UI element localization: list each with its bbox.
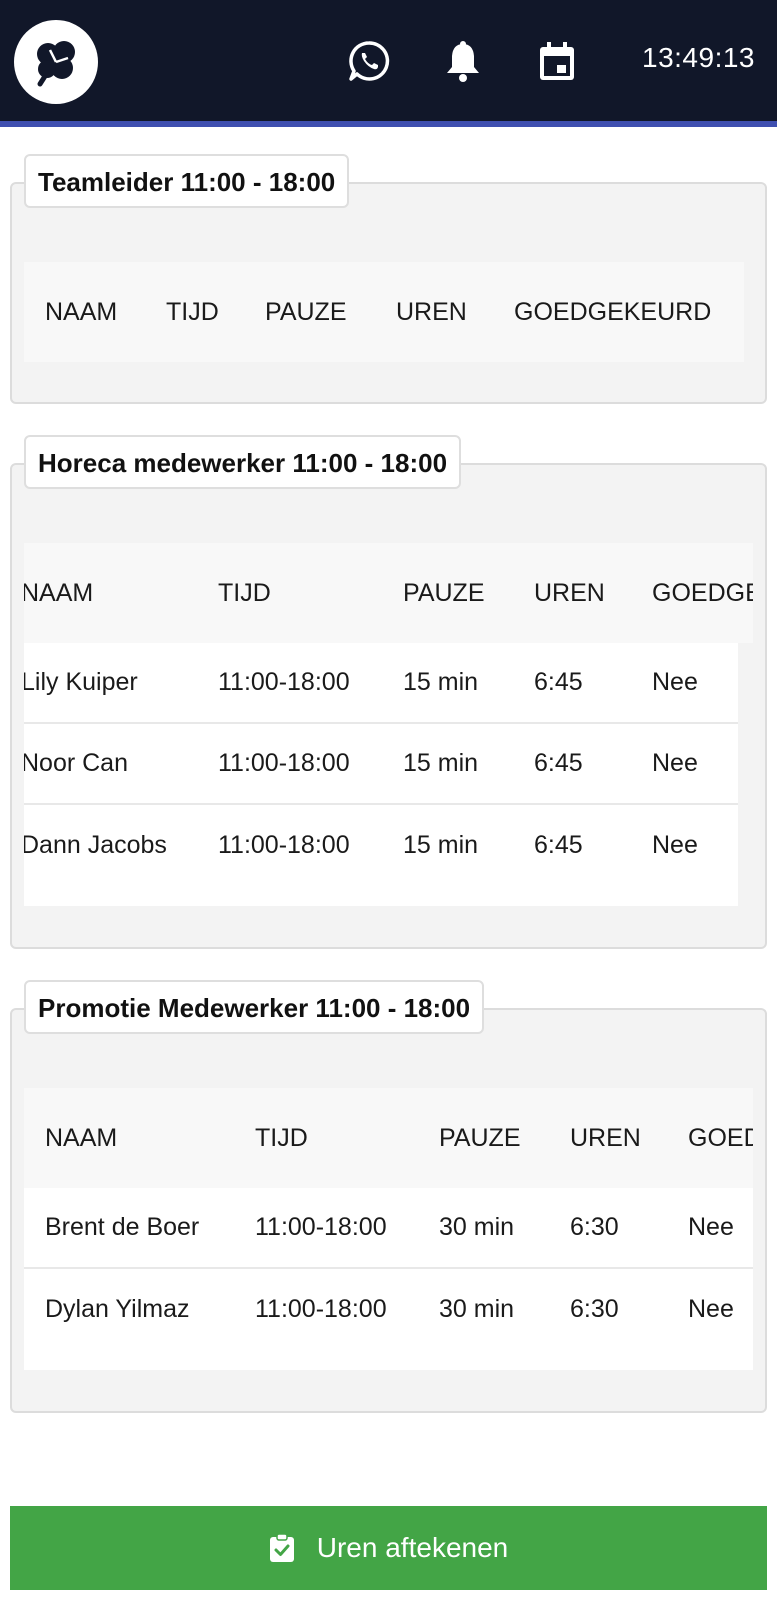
shift-table[interactable]: NAAM TIJD PAUZE UREN GOEDGEKEURD Lily Ku… bbox=[24, 543, 753, 906]
cell-naam: Noor Can bbox=[24, 749, 128, 777]
bell-icon bbox=[447, 41, 479, 82]
table-header-row: NAAM TIJD PAUZE UREN GOEDGEKEURD bbox=[24, 262, 744, 362]
column-header-uren[interactable]: UREN bbox=[396, 262, 467, 362]
section-title: Horeca medewerker 11:00 - 18:00 bbox=[24, 435, 462, 489]
cell-goedgekeurd: Nee bbox=[652, 831, 698, 859]
top-bar: 13:49:13 bbox=[0, 0, 777, 127]
clover-logo-icon bbox=[37, 41, 75, 87]
column-header-pauze[interactable]: PAUZE bbox=[403, 543, 485, 643]
column-header-tijd[interactable]: TIJD bbox=[255, 1088, 308, 1188]
cell-goedgekeurd: Nee bbox=[688, 1295, 734, 1323]
section-title: Promotie Medewerker 11:00 - 18:00 bbox=[24, 980, 485, 1034]
column-header-pauze[interactable]: PAUZE bbox=[265, 262, 347, 362]
section-title: Teamleider 11:00 - 18:00 bbox=[24, 154, 350, 208]
cell-uren: 6:45 bbox=[534, 831, 583, 859]
cell-tijd: 11:00-18:00 bbox=[255, 1295, 387, 1323]
table-row[interactable]: Brent de Boer 11:00-18:00 30 min 6:30 Ne… bbox=[24, 1188, 753, 1269]
table-row[interactable]: Dylan Yilmaz 11:00-18:00 30 min 6:30 Nee bbox=[24, 1269, 753, 1350]
column-header-pauze[interactable]: PAUZE bbox=[439, 1088, 521, 1188]
column-header-tijd[interactable]: TIJD bbox=[166, 262, 219, 362]
whatsapp-button[interactable] bbox=[346, 38, 392, 84]
cell-pauze: 15 min bbox=[403, 831, 479, 859]
cell-pauze: 15 min bbox=[403, 749, 479, 777]
cell-naam: Brent de Boer bbox=[45, 1213, 200, 1241]
notifications-button[interactable] bbox=[440, 38, 486, 84]
sign-off-hours-button[interactable]: Uren aftekenen bbox=[10, 1506, 767, 1590]
calendar-icon bbox=[540, 42, 574, 80]
cell-uren: 6:45 bbox=[534, 749, 583, 777]
cell-uren: 6:30 bbox=[570, 1213, 619, 1241]
home-logo[interactable] bbox=[14, 20, 98, 104]
shift-section-teamleider: Teamleider 11:00 - 18:00 NAAM TIJD PAUZE… bbox=[10, 154, 767, 404]
column-header-uren[interactable]: UREN bbox=[570, 1088, 641, 1188]
cell-tijd: 11:00-18:00 bbox=[255, 1213, 387, 1241]
cell-naam: Lily Kuiper bbox=[24, 668, 138, 696]
column-header-goedgekeurd[interactable]: GOEDGEKEURD bbox=[514, 262, 711, 362]
cell-tijd: 11:00-18:00 bbox=[218, 668, 350, 696]
table-row[interactable]: Lily Kuiper 11:00-18:00 15 min 6:45 Nee bbox=[24, 643, 738, 724]
shift-section-horeca: Horeca medewerker 11:00 - 18:00 NAAM TIJ… bbox=[10, 435, 767, 949]
column-header-naam[interactable]: NAAM bbox=[24, 543, 93, 643]
shift-table[interactable]: NAAM TIJD PAUZE UREN GOEDGEKEURD bbox=[24, 262, 753, 362]
table-header-row: NAAM TIJD PAUZE UREN GOEDGEKEURD bbox=[24, 543, 753, 643]
cell-goedgekeurd: Nee bbox=[652, 668, 698, 696]
whatsapp-icon bbox=[349, 41, 390, 81]
current-time: 13:49:13 bbox=[642, 42, 755, 73]
shift-table[interactable]: NAAM TIJD PAUZE UREN GOEDGEKEURD Brent d… bbox=[24, 1088, 753, 1370]
clipboard-check-icon bbox=[269, 1533, 294, 1562]
cell-naam: Dylan Yilmaz bbox=[45, 1295, 190, 1323]
column-header-goedgekeurd[interactable]: GOEDGEKEURD bbox=[652, 543, 753, 643]
cell-uren: 6:30 bbox=[570, 1295, 619, 1323]
shift-section-promotie: Promotie Medewerker 11:00 - 18:00 NAAM T… bbox=[10, 980, 767, 1413]
cell-uren: 6:45 bbox=[534, 668, 583, 696]
column-header-naam[interactable]: NAAM bbox=[45, 1088, 117, 1188]
sign-off-hours-label: Uren aftekenen bbox=[316, 1532, 509, 1563]
cell-tijd: 11:00-18:00 bbox=[218, 831, 350, 859]
cell-pauze: 30 min bbox=[439, 1213, 515, 1241]
column-header-naam[interactable]: NAAM bbox=[45, 262, 117, 362]
table-row[interactable]: Dann Jacobs 11:00-18:00 15 min 6:45 Nee bbox=[24, 805, 738, 886]
cell-goedgekeurd: Nee bbox=[652, 749, 698, 777]
cell-tijd: 11:00-18:00 bbox=[218, 749, 350, 777]
cell-naam: Dann Jacobs bbox=[24, 831, 167, 859]
table-header-row: NAAM TIJD PAUZE UREN GOEDGEKEURD bbox=[24, 1088, 753, 1188]
cell-goedgekeurd: Nee bbox=[688, 1213, 734, 1241]
calendar-button[interactable] bbox=[534, 38, 580, 84]
column-header-goedgekeurd[interactable]: GOEDGEKEURD bbox=[688, 1088, 753, 1188]
cell-pauze: 15 min bbox=[403, 668, 479, 696]
table-row[interactable]: Noor Can 11:00-18:00 15 min 6:45 Nee bbox=[24, 724, 738, 805]
column-header-uren[interactable]: UREN bbox=[534, 543, 605, 643]
column-header-tijd[interactable]: TIJD bbox=[218, 543, 271, 643]
cell-pauze: 30 min bbox=[439, 1295, 515, 1323]
